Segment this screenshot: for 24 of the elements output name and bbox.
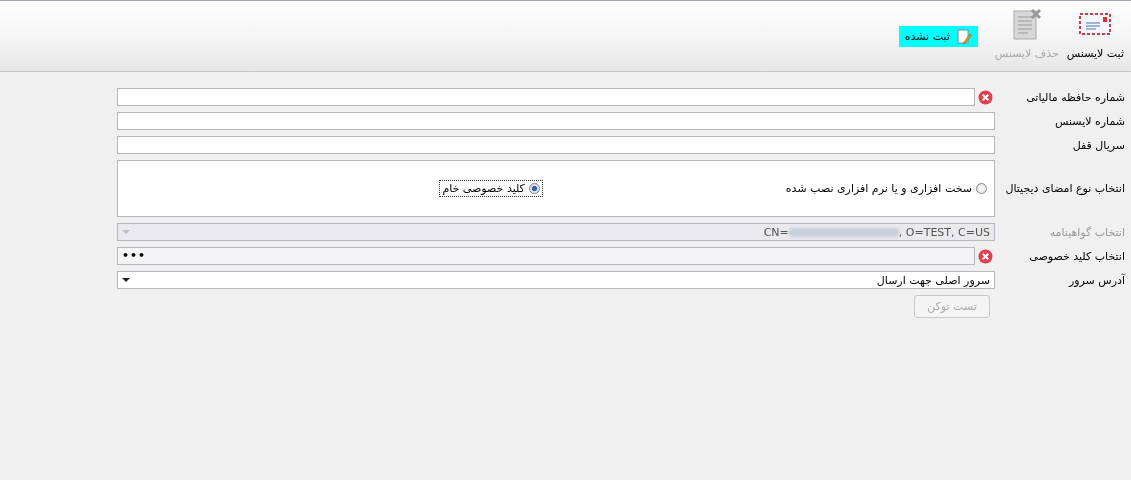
radio-option[interactable]: سخت افزاری و یا نرم افزاری نصب شده: [782, 180, 990, 197]
field-label: شماره حافظه مالیاتی: [1025, 90, 1125, 104]
text-field[interactable]: [117, 112, 995, 130]
toolbar-button[interactable]: ثبت لایسنس: [1063, 1, 1127, 60]
document-delete-icon: [1011, 8, 1042, 40]
field-label: انتخاب نوع امضای دیجیتال: [1004, 182, 1125, 195]
dropdown-value: , O=TEST, C=US: [898, 225, 990, 239]
status-badge: ثبت نشده: [898, 26, 978, 47]
field-label: سریال قفل: [1071, 138, 1125, 152]
field-label: انتخاب گواهینامه: [1048, 225, 1125, 239]
caret-icon: [122, 278, 130, 282]
password-field[interactable]: •••: [117, 247, 975, 265]
field-label: انتخاب کلید خصوصی: [1028, 249, 1125, 263]
text-field[interactable]: [117, 88, 975, 106]
dropdown-value: CN=: [763, 225, 789, 239]
pencil-icon: [955, 28, 972, 45]
dropdown-value: سرور اصلی جهت ارسال: [876, 273, 990, 287]
field-label: شماره لایسنس: [1054, 114, 1125, 128]
caret-icon: [122, 230, 130, 234]
field-label: آدرس سرور: [1067, 273, 1125, 287]
envelope-icon: [1079, 11, 1112, 37]
dropdown-field[interactable]: سرور اصلی جهت ارسال: [117, 271, 995, 289]
radio-option[interactable]: کلید خصوصی خام: [439, 180, 543, 197]
text-field[interactable]: [117, 136, 995, 154]
